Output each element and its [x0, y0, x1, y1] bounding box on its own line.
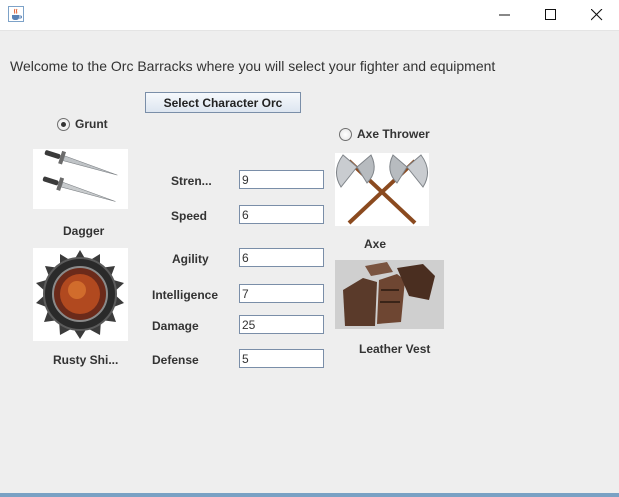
- grunt-label: Grunt: [75, 117, 108, 131]
- minimize-button[interactable]: [482, 0, 528, 30]
- barracks-panel: Welcome to the Orc Barracks where you wi…: [0, 31, 619, 493]
- defense-field[interactable]: [239, 349, 324, 368]
- intelligence-field[interactable]: [239, 284, 324, 303]
- radio-checked-icon[interactable]: [57, 117, 70, 131]
- select-character-button[interactable]: Select Character Orc: [145, 92, 301, 113]
- axe-label: Axe: [364, 237, 387, 251]
- damage-field[interactable]: [239, 315, 324, 334]
- damage-label: Damage: [152, 319, 199, 333]
- title-bar: [0, 0, 619, 31]
- intelligence-label: Intelligence: [152, 288, 219, 302]
- speed-label: Speed: [171, 209, 208, 223]
- window-bottom-edge: [0, 493, 619, 497]
- shield-image: [33, 248, 128, 341]
- axe-thrower-label: Axe Thrower: [357, 127, 430, 141]
- strength-field[interactable]: [239, 170, 324, 189]
- welcome-text: Welcome to the Orc Barracks where you wi…: [10, 58, 496, 74]
- maximize-button[interactable]: [528, 0, 574, 30]
- shield-label: Rusty Shi...: [53, 353, 119, 367]
- grunt-radio[interactable]: Grunt: [57, 117, 108, 131]
- dagger-label: Dagger: [63, 224, 105, 238]
- leather-vest-label: Leather Vest: [359, 342, 431, 356]
- radio-unchecked-icon[interactable]: [339, 127, 352, 141]
- agility-label: Agility: [172, 252, 209, 266]
- minimize-icon: [499, 14, 510, 16]
- leather-vest-image: [335, 260, 444, 329]
- defense-label: Defense: [152, 353, 199, 367]
- dagger-image: [33, 149, 128, 209]
- close-button[interactable]: [574, 0, 619, 30]
- close-icon: [591, 9, 603, 21]
- java-cup-icon: [8, 6, 24, 22]
- axe-image: [335, 153, 429, 226]
- maximize-icon: [545, 9, 556, 20]
- speed-field[interactable]: [239, 205, 324, 224]
- axe-thrower-radio[interactable]: Axe Thrower: [339, 127, 430, 141]
- strength-label: Stren...: [171, 174, 212, 188]
- agility-field[interactable]: [239, 248, 324, 267]
